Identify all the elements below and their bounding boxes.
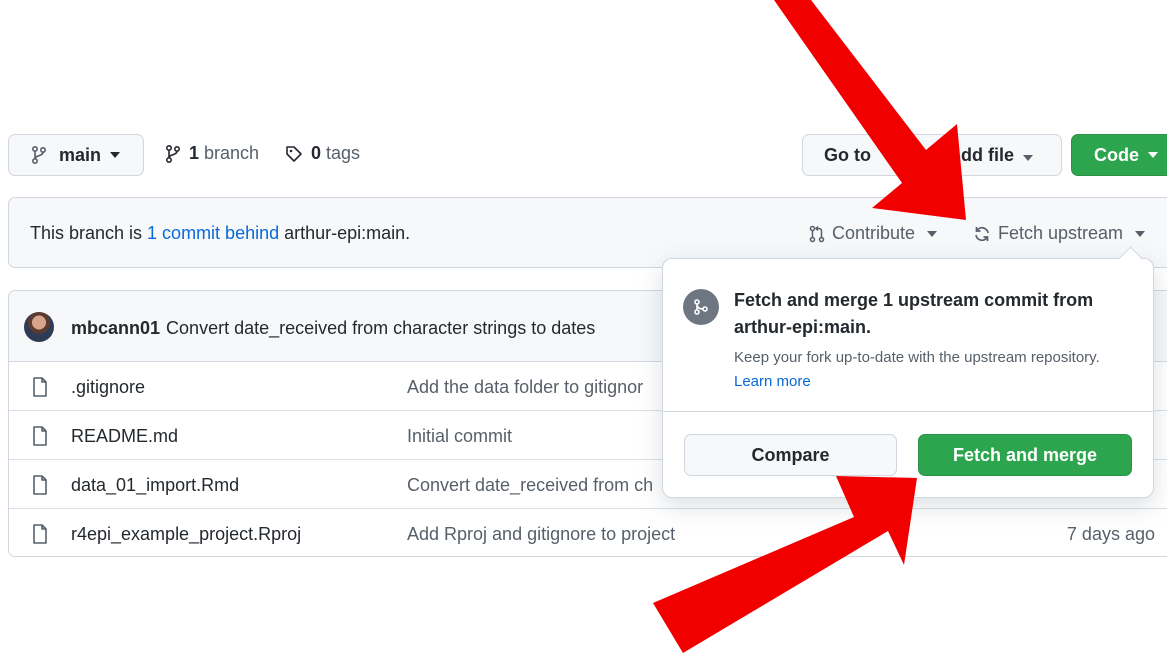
fetch-upstream-popover: Fetch and merge 1 upstream commit from a… (662, 258, 1154, 498)
chevron-down-icon (1023, 154, 1033, 161)
branch-count: 1 (189, 143, 200, 163)
git-branch-icon (32, 146, 47, 164)
chevron-down-icon (927, 230, 938, 237)
branches-link[interactable]: 1 branch (165, 143, 259, 164)
file-commit-message[interactable]: Add Rproj and gitignore to project (407, 524, 675, 545)
branch-select-button[interactable]: main (8, 134, 144, 176)
popover-desc-text: Keep your fork up-to-date with the upstr… (734, 349, 1100, 366)
tag-icon (286, 145, 302, 162)
red-arrow-icon (774, 0, 966, 220)
go-to-file-button[interactable]: Go to dd file (802, 134, 1062, 176)
contribute-label: Contribute (832, 223, 916, 243)
branch-name: main (59, 144, 102, 165)
fetch-and-merge-button[interactable]: Fetch and merge (918, 434, 1132, 476)
file-icon (33, 426, 47, 446)
go-to-file-label: Go to (824, 144, 871, 165)
tags-link[interactable]: 0 tags (285, 143, 360, 164)
chevron-down-icon (110, 152, 121, 158)
fetch-and-merge-label: Fetch and merge (952, 444, 1098, 465)
compare-label: Compare (751, 444, 830, 465)
popover-title: Fetch and merge 1 upstream commit from a… (734, 290, 1094, 337)
file-icon (33, 377, 47, 397)
commits-behind-link[interactable]: 1 commit behind (147, 223, 279, 243)
branch-status-text: This branch is 1 commit behind arthur-ep… (30, 223, 410, 244)
commit-message[interactable]: Convert date_received from character str… (166, 318, 595, 338)
file-name[interactable]: r4epi_example_project.Rproj (71, 524, 301, 545)
git-branch-icon (166, 144, 181, 163)
file-row: r4epi_example_project.Rproj Add Rproj an… (9, 509, 1167, 556)
tag-count-label: tags (326, 143, 361, 163)
code-label: Code (1094, 144, 1139, 165)
avatar[interactable] (24, 312, 54, 342)
file-name[interactable]: data_01_import.Rmd (71, 475, 239, 496)
add-file-label: dd file (961, 144, 1014, 165)
file-name[interactable]: .gitignore (71, 377, 145, 398)
fetch-upstream-button[interactable]: Fetch upstream (973, 223, 1146, 244)
git-merge-icon (683, 289, 719, 325)
file-icon (33, 524, 47, 544)
branch-count-label: branch (204, 143, 260, 163)
fetch-upstream-label: Fetch upstream (998, 223, 1124, 243)
code-button[interactable]: Code (1071, 134, 1167, 176)
status-suffix: arthur-epi:main. (279, 223, 411, 243)
file-age: 7 days ago (1066, 524, 1155, 544)
compare-button[interactable]: Compare (684, 434, 897, 476)
popover-description: Keep your fork up-to-date with the upstr… (734, 346, 1114, 394)
tag-count: 0 (311, 143, 322, 163)
file-icon (33, 475, 47, 495)
commit-author[interactable]: mbcann01 (71, 318, 160, 338)
divider (663, 411, 1153, 412)
chevron-down-icon (1148, 152, 1158, 158)
file-commit-message[interactable]: Initial commit (407, 426, 512, 447)
status-prefix: This branch is (30, 223, 148, 243)
file-name[interactable]: README.md (71, 426, 178, 447)
git-pull-request-icon (809, 225, 825, 242)
file-commit-message[interactable]: Convert date_received from ch (407, 475, 653, 496)
latest-commit-message: mbcann01 Convert date_received from chara… (71, 318, 595, 339)
contribute-button[interactable]: Contribute (809, 223, 938, 244)
add-file-button[interactable]: dd file (961, 145, 1033, 166)
sync-icon (975, 226, 989, 241)
file-commit-message[interactable]: Add the data folder to gitignor (407, 377, 643, 398)
chevron-down-icon (1135, 230, 1146, 237)
learn-more-link[interactable]: Learn more (734, 373, 811, 390)
